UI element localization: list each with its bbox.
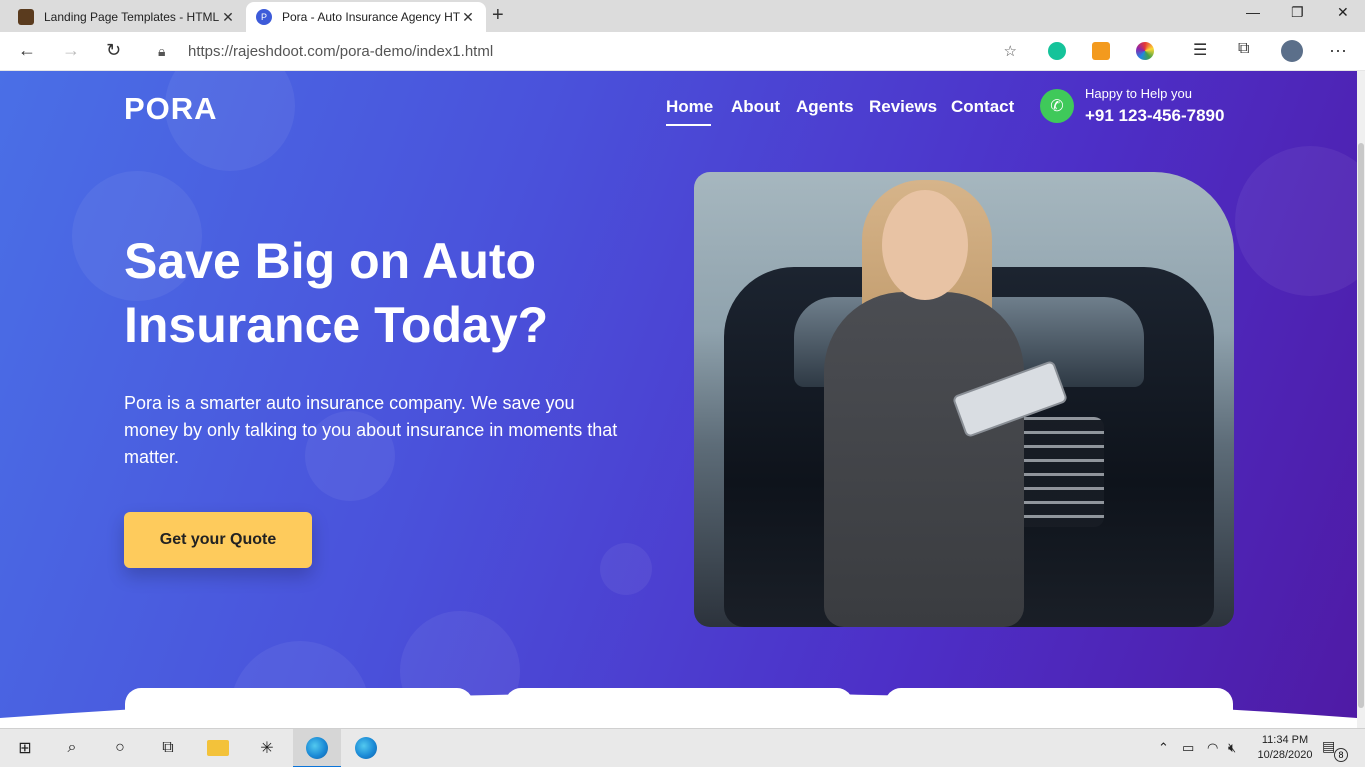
clock-date: 10/28/2020 [1257,749,1313,761]
lock-icon: 🔒︎ [158,42,166,59]
windows-taskbar: ⊞ ⌕ ○ ⧉ ✳ ⌃ ▭ ◠ 🔇︎ 11:34 PM 10/28/2020 ▤… [0,728,1365,767]
hero-title-line2: Insurance Today? [124,297,549,353]
favorites-list-icon[interactable]: ☰ [1193,40,1207,60]
more-menu-icon[interactable]: ··· [1329,40,1347,61]
task-view-icon[interactable]: ⧉ [157,737,179,759]
scrollbar-thumb[interactable] [1358,143,1364,708]
battery-icon[interactable]: ▭ [1182,740,1194,756]
hero-title-line1: Save Big on Auto [124,233,537,289]
pora-favicon-icon: P [256,9,272,25]
browser-tab-pora[interactable]: P Pora - Auto Insurance Agency HT ✕ [246,2,486,32]
close-window-button[interactable]: ✕ [1337,4,1349,21]
app-icon[interactable]: ✳ [256,737,278,759]
color-picker-extension-icon[interactable] [1136,42,1154,60]
tab-label: Landing Page Templates - HTML [44,10,220,24]
clock-time: 11:34 PM [1261,734,1309,746]
tab-close-icon[interactable]: ✕ [460,9,476,26]
back-button[interactable]: ← [18,40,36,61]
system-clock[interactable]: 11:34 PM 10/28/2020 [1250,733,1320,763]
nav-contact[interactable]: Contact [951,97,1014,117]
new-tab-button[interactable]: + [492,4,504,27]
address-bar-row: ← → ↻ 🔒︎ https://rajeshdoot.com/pora-dem… [0,32,1365,71]
nav-about[interactable]: About [731,97,780,117]
hero-section: PORA Home About Agents Reviews Contact ✆… [0,71,1357,728]
feature-card [885,688,1233,728]
feature-card [505,688,853,728]
file-explorer-icon[interactable] [207,740,229,756]
wifi-icon[interactable]: ◠ [1207,740,1218,756]
cortana-icon[interactable]: ○ [109,737,131,759]
nav-agents[interactable]: Agents [796,97,854,117]
nav-home[interactable]: Home [666,97,713,126]
forward-button[interactable]: → [62,40,80,61]
notification-count-badge: 8 [1334,748,1348,762]
extension-icon[interactable] [1092,42,1110,60]
minimize-button[interactable]: — [1246,4,1260,20]
hero-image-woman-with-car [694,172,1234,627]
decorative-bubble [600,543,652,595]
browser-tab-landing-templates[interactable]: Landing Page Templates - HTML ✕ [8,2,246,32]
hero-title: Save Big on Auto Insurance Today? [124,229,644,357]
site-favicon-icon [18,9,34,25]
windows-start-icon[interactable]: ⊞ [14,737,36,759]
edge-browser-icon[interactable] [355,737,377,759]
url-text: https://rajeshdoot.com/pora-demo/index1.… [188,42,494,60]
feature-card [125,688,473,728]
hero-description: Pora is a smarter auto insurance company… [124,393,618,467]
tab-close-icon[interactable]: ✕ [220,9,236,26]
decorative-bubble [1235,146,1357,296]
phone-number[interactable]: +91 123-456-7890 [1085,106,1224,126]
show-hidden-icons-chevron-icon[interactable]: ⌃ [1158,740,1169,756]
phone-icon: ✆ [1040,89,1074,123]
help-text: Happy to Help you [1085,86,1192,101]
volume-muted-icon[interactable]: 🔇︎ [1228,740,1236,756]
favorite-star-icon[interactable]: ☆ [1004,42,1017,60]
site-logo[interactable]: PORA [124,91,218,127]
woman-figure [824,292,1024,627]
edge-browser-icon[interactable] [306,737,328,759]
profile-avatar[interactable] [1281,40,1303,62]
refresh-button[interactable]: ↻ [106,40,121,61]
url-field[interactable]: 🔒︎ https://rajeshdoot.com/pora-demo/inde… [144,36,1029,66]
grammarly-extension-icon[interactable] [1048,42,1066,60]
tab-label: Pora - Auto Insurance Agency HT [282,10,460,24]
browser-tab-strip: Landing Page Templates - HTML ✕ P Pora -… [0,0,1365,32]
restore-button[interactable]: ❐ [1291,4,1304,21]
nav-reviews[interactable]: Reviews [869,97,937,117]
search-icon[interactable]: ⌕ [61,737,83,759]
collections-icon[interactable]: ⧉ [1238,40,1249,58]
get-quote-button[interactable]: Get your Quote [124,512,312,568]
